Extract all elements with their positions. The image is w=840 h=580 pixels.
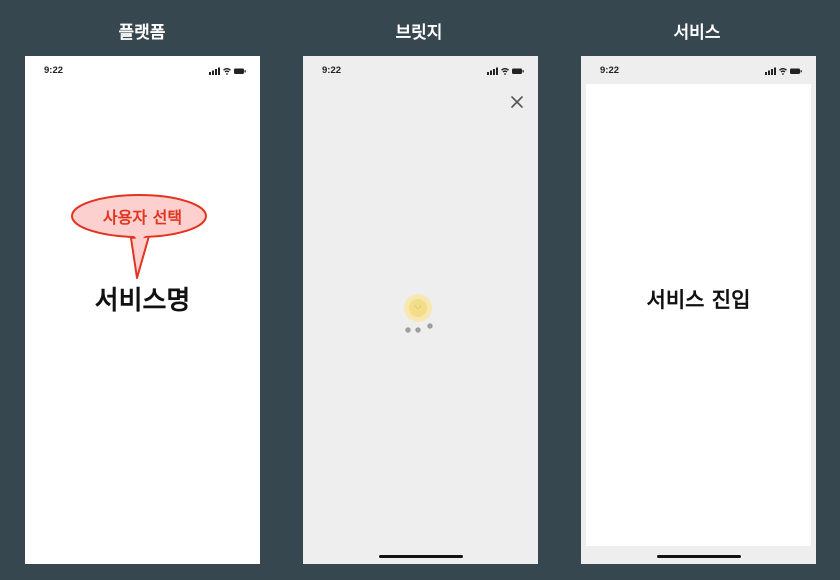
service-name[interactable]: 서비스명	[25, 280, 260, 317]
status-time: 9:22	[322, 65, 342, 76]
close-icon[interactable]	[510, 95, 524, 109]
status-bar: 9:22	[303, 56, 538, 84]
signal-icon	[765, 67, 776, 75]
wifi-icon	[779, 67, 787, 75]
phone-service: 9:22 서비스 진입	[581, 56, 816, 564]
status-icons	[765, 66, 803, 76]
home-indicator	[657, 555, 741, 558]
status-time: 9:22	[600, 65, 620, 76]
callout-text: 사용자 선택	[102, 208, 183, 227]
status-icons	[487, 66, 525, 76]
home-indicator	[379, 555, 463, 558]
phone-bridge: 9:22	[303, 56, 538, 564]
signal-icon	[209, 67, 220, 75]
status-icons	[209, 66, 247, 76]
battery-icon	[234, 68, 246, 74]
battery-icon	[512, 68, 524, 74]
column-title-bridge: 브릿지	[395, 23, 443, 43]
battery-icon	[790, 68, 802, 74]
service-content-area: 서비스 진입	[586, 84, 811, 546]
phone-platform: 9:22 사용자 선택 서비스명	[25, 56, 260, 564]
loading-bulb-icon	[404, 294, 433, 333]
status-bar: 9:22	[25, 56, 260, 84]
status-time: 9:22	[44, 65, 64, 76]
column-title-service: 서비스	[673, 23, 721, 43]
signal-icon	[487, 67, 498, 75]
wifi-icon	[223, 67, 231, 75]
service-entry-text: 서비스 진입	[646, 288, 751, 312]
column-title-platform: 플랫폼	[118, 23, 166, 43]
status-bar: 9:22	[581, 56, 816, 84]
wifi-icon	[501, 67, 509, 75]
